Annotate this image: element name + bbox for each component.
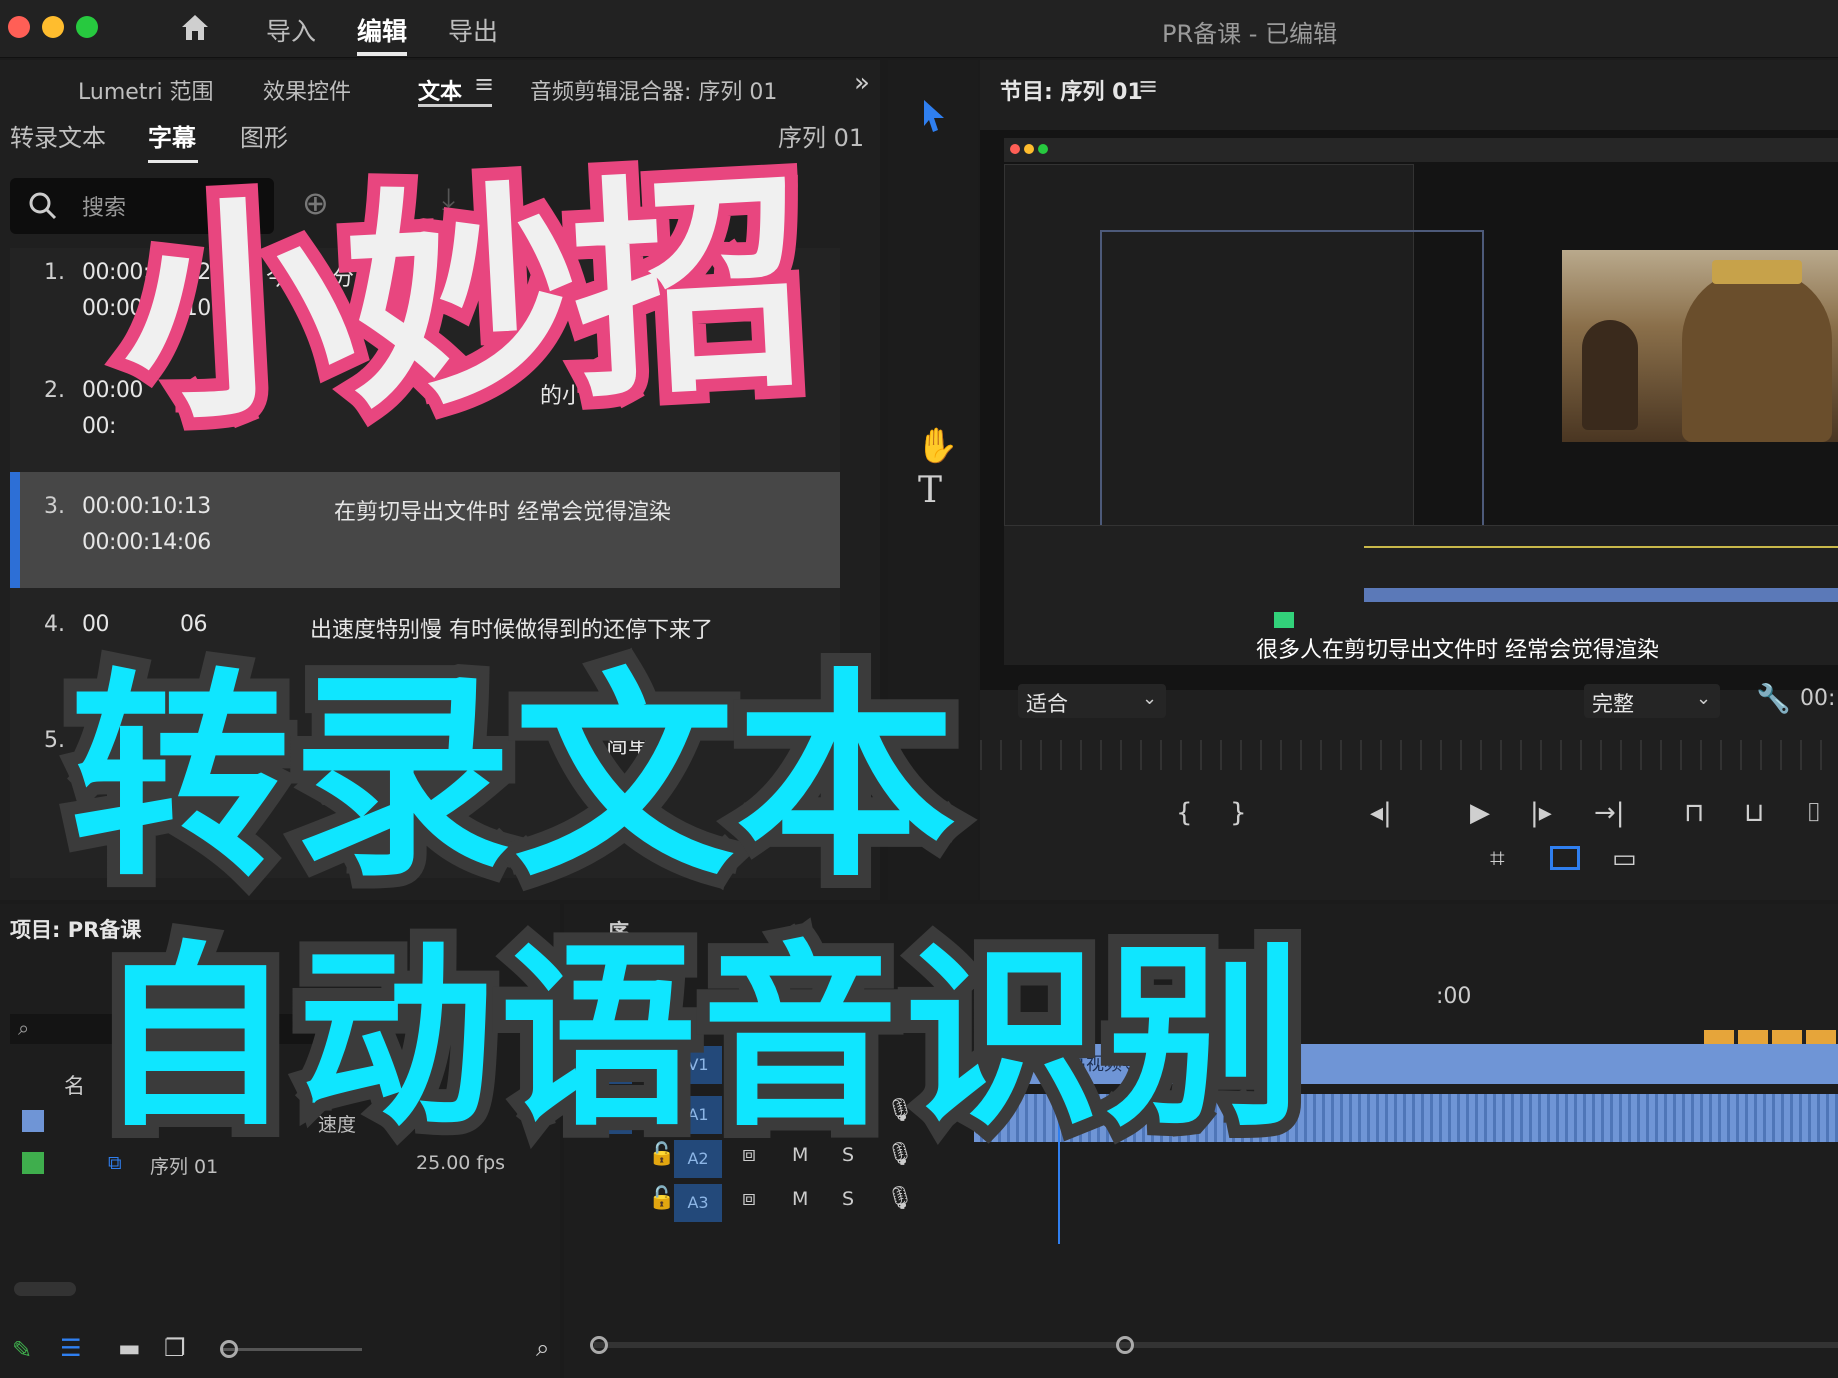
overlay-line-transcript: 转录文本 bbox=[57, 637, 969, 919]
wrench-icon[interactable]: 🔧 bbox=[1756, 682, 1791, 715]
mute-button[interactable]: M bbox=[792, 1188, 808, 1210]
caption-5-number: 5. bbox=[44, 728, 65, 753]
play-button[interactable]: ▶ bbox=[1470, 798, 1490, 828]
freeform-view-icon[interactable]: ❐ bbox=[164, 1334, 186, 1362]
go-to-out-icon[interactable]: →| bbox=[1594, 798, 1625, 828]
nested-maximize-dot bbox=[1038, 144, 1048, 154]
zoom-slider-handle[interactable] bbox=[220, 1340, 238, 1358]
type-tool-icon[interactable]: T bbox=[918, 470, 942, 511]
panel-menu-icon[interactable]: ≡ bbox=[474, 70, 494, 98]
nested-video-clip bbox=[1364, 588, 1838, 602]
close-window-button[interactable] bbox=[8, 16, 30, 38]
fit-dropdown-value: 适合 bbox=[1026, 692, 1068, 716]
program-monitor-title: 节目: 序列 01 bbox=[1000, 80, 1143, 105]
nested-close-dot bbox=[1010, 144, 1020, 154]
name-column-header[interactable]: 名 bbox=[64, 1070, 85, 1100]
mark-out-icon[interactable]: } bbox=[1230, 798, 1247, 828]
caption-3-end[interactable]: 00:00:14:06 bbox=[82, 530, 211, 555]
window-title: PR备课 - 已编辑 bbox=[1162, 20, 1338, 48]
tab-text[interactable]: 文本 bbox=[418, 74, 462, 106]
item-color-swatch bbox=[22, 1110, 44, 1132]
nested-minimize-dot bbox=[1024, 144, 1034, 154]
list-view-icon[interactable]: ☰ bbox=[60, 1334, 82, 1362]
maximize-window-button[interactable] bbox=[76, 16, 98, 38]
caption-2-end[interactable]: 00: bbox=[82, 414, 116, 439]
step-back-icon[interactable]: ◂| bbox=[1370, 798, 1392, 828]
figure-right bbox=[1682, 270, 1832, 442]
fit-dropdown[interactable]: 适合 ⌄ bbox=[1018, 684, 1166, 718]
video-still-image bbox=[1562, 250, 1838, 442]
tab-effect-controls[interactable]: 效果控件 bbox=[263, 74, 351, 106]
tab-underline bbox=[418, 104, 492, 107]
timeline-timecode: :00 bbox=[1436, 984, 1472, 1009]
mark-in-icon[interactable]: { bbox=[1176, 798, 1193, 828]
pencil-icon[interactable]: ✎ bbox=[12, 1336, 32, 1364]
extract-icon[interactable]: ⊔ bbox=[1744, 798, 1764, 828]
chevron-down-icon: ⌄ bbox=[1142, 688, 1158, 709]
search-icon[interactable]: ⌕ bbox=[536, 1334, 549, 1362]
menu-export[interactable]: 导出 bbox=[448, 12, 498, 48]
figure-left bbox=[1582, 320, 1638, 430]
overlay-title-pink: 小妙招 bbox=[101, 135, 818, 466]
export-frame-icon[interactable]: ⌷ bbox=[1806, 798, 1822, 829]
program-timecode: 00: bbox=[1800, 686, 1836, 711]
program-monitor: 节目: 序列 01 ≡ 很多人在剪切导出文件时 经常会觉得渲染 适合 ⌄ 完整 … bbox=[980, 60, 1838, 900]
quality-dropdown-value: 完整 bbox=[1592, 692, 1634, 716]
search-icon bbox=[29, 192, 57, 220]
caption-3-number: 3. bbox=[44, 494, 65, 519]
program-menu-icon[interactable]: ≡ bbox=[1138, 72, 1158, 100]
tab-lumetri-scopes[interactable]: Lumetri 范围 bbox=[78, 74, 214, 106]
selection-tool-icon[interactable] bbox=[920, 98, 948, 134]
menu-edit[interactable]: 编辑 bbox=[357, 12, 407, 48]
chevron-down-icon: ⌄ bbox=[1696, 688, 1712, 709]
menu-import[interactable]: 导入 bbox=[266, 12, 316, 48]
overlay-line-speech-recognition: 自动语音识别 bbox=[83, 912, 1315, 1166]
selection-indicator bbox=[10, 472, 20, 588]
nested-title-bar bbox=[1004, 138, 1838, 162]
hand-tool-icon[interactable]: ✋ bbox=[916, 426, 958, 466]
panel-overflow-icon[interactable]: » bbox=[854, 68, 870, 98]
caption-3-start[interactable]: 00:00:10:13 bbox=[82, 494, 211, 519]
safe-margins-icon[interactable]: ⌗ bbox=[1490, 844, 1505, 875]
zoom-slider[interactable] bbox=[222, 1348, 362, 1351]
active-menu-underline bbox=[357, 52, 407, 56]
program-subtitle: 很多人在剪切导出文件时 经常会觉得渲染 bbox=[1256, 638, 1659, 663]
scrollbar-handle-right[interactable] bbox=[1116, 1336, 1134, 1354]
crown bbox=[1712, 260, 1802, 284]
microphone-icon[interactable]: 🎙 bbox=[886, 1186, 914, 1211]
caption-3-text[interactable]: 在剪切导出文件时 经常会觉得渲染 bbox=[334, 494, 671, 526]
caption-4-number: 4. bbox=[44, 612, 65, 637]
quality-dropdown[interactable]: 完整 ⌄ bbox=[1584, 684, 1720, 718]
sync-icon[interactable]: ⧈ bbox=[742, 1186, 756, 1211]
step-forward-icon[interactable]: |▸ bbox=[1530, 798, 1552, 828]
timeline-scrollbar[interactable] bbox=[594, 1342, 1838, 1348]
minimize-window-button[interactable] bbox=[42, 16, 64, 38]
program-ruler[interactable] bbox=[980, 740, 1838, 770]
title-bar: 导入 编辑 导出 PR备课 - 已编辑 bbox=[0, 0, 1838, 58]
search-icon: ⌕ bbox=[18, 1016, 30, 1040]
lock-icon[interactable]: 🔓 bbox=[648, 1186, 675, 1211]
item-color-swatch bbox=[22, 1152, 44, 1174]
lift-icon[interactable]: ⊓ bbox=[1684, 798, 1704, 828]
project-scrollbar[interactable] bbox=[14, 1282, 76, 1296]
caption-1-number: 1. bbox=[44, 260, 65, 285]
home-icon[interactable] bbox=[178, 10, 212, 44]
subtab-transcript[interactable]: 转录文本 bbox=[10, 118, 106, 153]
icon-view-icon[interactable]: ▬ bbox=[118, 1334, 141, 1362]
comparison-view-icon[interactable] bbox=[1550, 846, 1580, 870]
multicam-icon[interactable]: ▭ bbox=[1612, 844, 1637, 874]
nested-track-highlight bbox=[1274, 612, 1294, 628]
solo-button[interactable]: S bbox=[842, 1188, 854, 1210]
caption-2-number: 2. bbox=[44, 378, 65, 403]
track-a3-target[interactable]: A3 bbox=[674, 1184, 722, 1222]
scrollbar-handle-left[interactable] bbox=[590, 1336, 608, 1354]
program-video-frame[interactable]: 很多人在剪切导出文件时 经常会觉得渲染 bbox=[980, 130, 1838, 690]
nested-work-area bbox=[1364, 546, 1838, 548]
